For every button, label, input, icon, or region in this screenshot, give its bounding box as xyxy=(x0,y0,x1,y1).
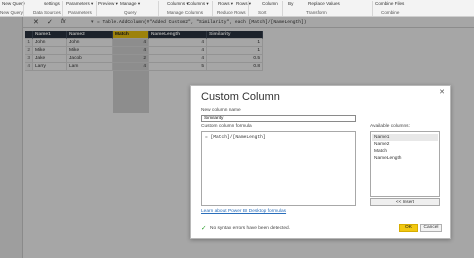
ribbon-separator xyxy=(23,1,24,16)
list-item[interactable]: Match xyxy=(372,148,438,155)
ribbon-item-parameters[interactable]: Parameters ▾ xyxy=(66,1,93,7)
custom-column-dialog: ✕ Custom Column New column name Custom c… xyxy=(190,85,451,239)
list-item[interactable]: NameLength xyxy=(372,155,438,162)
ribbon-item-column[interactable]: Column xyxy=(262,1,278,7)
learn-formulas-link[interactable]: Learn about Power BI Desktop formulas xyxy=(201,209,286,215)
ribbon-item-new-query[interactable]: New Query xyxy=(2,1,25,7)
ribbon-group-reduce-rows: Reduce Rows xyxy=(217,10,246,15)
ribbon-item-by[interactable]: By xyxy=(288,1,293,7)
ok-button[interactable]: OK xyxy=(399,224,418,232)
available-columns-list: Name1 Name2 Match NameLength xyxy=(370,131,440,197)
ribbon-item-replace-values[interactable]: Replace Values xyxy=(308,1,340,7)
formula-label: Custom column formula xyxy=(201,124,252,129)
ribbon-separator xyxy=(282,1,283,16)
new-column-name-input[interactable] xyxy=(201,115,356,122)
ribbon-separator xyxy=(96,1,97,16)
ribbon-group-transform: Transform xyxy=(306,10,327,15)
ribbon-item-settings[interactable]: settings xyxy=(44,1,60,7)
ribbon-group-query: Query xyxy=(124,10,137,15)
close-icon[interactable]: ✕ xyxy=(439,89,445,97)
check-icon: ✓ xyxy=(201,225,207,232)
ribbon-group-new-query: New Query xyxy=(0,10,23,15)
list-item[interactable]: Name2 xyxy=(372,141,438,148)
ribbon-group-combine: Combine xyxy=(381,10,400,15)
ribbon-group-manage-columns: Manage Columns xyxy=(167,10,204,15)
available-columns-label: Available columns: xyxy=(370,124,410,129)
ribbon-separator xyxy=(372,1,373,16)
insert-button[interactable]: << Insert xyxy=(370,198,440,206)
ribbon-item-combine-files[interactable]: Combine Files xyxy=(375,1,404,7)
ribbon-separator xyxy=(62,1,63,16)
formula-editor[interactable]: = [Match]/[NameLength] xyxy=(201,131,356,206)
ribbon: New Query settings Parameters ▾ Preview … xyxy=(0,0,474,17)
ribbon-separator xyxy=(158,1,159,16)
ribbon-group-parameters: Parameters xyxy=(68,10,92,15)
ribbon-item-columns-2[interactable]: Columns ▾ xyxy=(187,1,209,7)
status-text: No syntax errors have been detected. xyxy=(210,226,290,231)
ribbon-item-rows[interactable]: Rows ▾ xyxy=(218,1,233,7)
ribbon-item-manage[interactable]: Manage ▾ xyxy=(120,1,140,7)
cancel-button[interactable]: Cancel xyxy=(420,224,442,232)
ribbon-group-data-sources: Data Sources xyxy=(33,10,61,15)
dialog-title: Custom Column xyxy=(201,91,280,103)
ribbon-item-columns[interactable]: Columns ▾ xyxy=(167,1,189,7)
ribbon-group-sort: Sort xyxy=(258,10,267,15)
list-item[interactable]: Name1 xyxy=(372,134,438,141)
ribbon-separator xyxy=(212,1,213,16)
ribbon-separator xyxy=(248,1,249,16)
formula-text: = [Match]/[NameLength] xyxy=(205,135,266,140)
ribbon-item-preview[interactable]: Preview ▾ xyxy=(98,1,118,7)
new-column-name-label: New column name xyxy=(201,108,241,113)
